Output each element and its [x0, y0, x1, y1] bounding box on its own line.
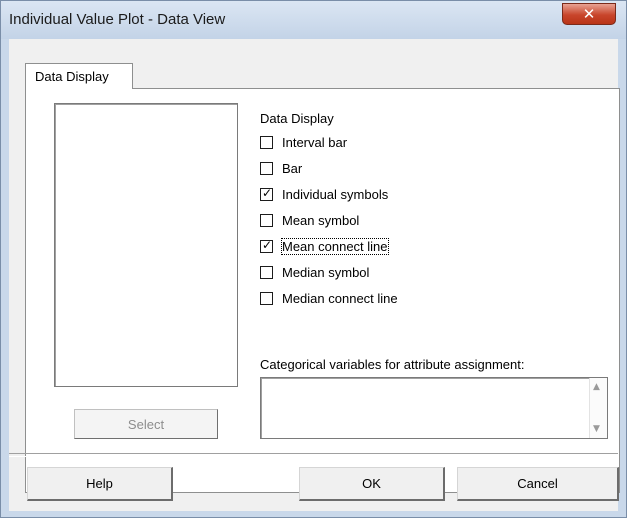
select-button[interactable]: Select	[74, 409, 218, 439]
divider	[9, 453, 618, 457]
dialog-client-area: Data Display Select Data Display Interva…	[9, 39, 620, 511]
median-symbol-checkbox[interactable]	[260, 265, 273, 279]
bar-checkbox[interactable]	[260, 161, 273, 175]
individual-symbols-checkbox[interactable]: ✓	[260, 185, 273, 201]
tab-label: Data Display	[35, 69, 109, 84]
option-label: Bar	[282, 160, 303, 176]
option-label: Median connect line	[282, 290, 398, 306]
mean-connect-line-checkbox[interactable]: ✓	[260, 237, 273, 253]
option-individual-symbols[interactable]: ✓ Individual symbols	[260, 185, 388, 203]
option-label: Mean symbol	[282, 212, 360, 228]
option-label: Mean connect line	[281, 237, 389, 255]
option-label: Interval bar	[282, 134, 348, 150]
interval-bar-checkbox[interactable]	[260, 135, 273, 149]
tab-data-display[interactable]: Data Display	[25, 63, 133, 89]
ok-button[interactable]: OK	[299, 467, 445, 501]
categorical-variables-input[interactable]: ▲ ▼	[260, 377, 608, 439]
tab-panel: Select Data Display Interval bar Bar ✓ I…	[25, 88, 620, 493]
title-bar[interactable]: Individual Value Plot - Data View ✕	[1, 1, 626, 39]
window-title: Individual Value Plot - Data View	[9, 11, 226, 28]
checkmark-icon: ✓	[262, 185, 273, 200]
data-display-group-label: Data Display	[260, 111, 334, 126]
mean-symbol-checkbox[interactable]	[260, 213, 273, 227]
scroll-up-icon[interactable]: ▲	[593, 382, 600, 392]
median-connect-line-checkbox[interactable]	[260, 291, 273, 305]
option-mean-symbol[interactable]: Mean symbol	[260, 211, 359, 229]
variable-list[interactable]	[54, 103, 238, 387]
help-button[interactable]: Help	[27, 467, 173, 501]
scroll-down-icon[interactable]: ▼	[593, 424, 600, 434]
option-median-connect-line[interactable]: Median connect line	[260, 289, 398, 307]
option-interval-bar[interactable]: Interval bar	[260, 133, 347, 151]
option-median-symbol[interactable]: Median symbol	[260, 263, 369, 281]
cancel-button[interactable]: Cancel	[457, 467, 619, 501]
close-button[interactable]: ✕	[562, 3, 616, 25]
option-mean-connect-line[interactable]: ✓ Mean connect line	[260, 237, 389, 255]
scrollbar[interactable]: ▲ ▼	[589, 378, 607, 438]
checkmark-icon: ✓	[262, 237, 273, 252]
option-bar[interactable]: Bar	[260, 159, 302, 177]
dialog-window: Individual Value Plot - Data View ✕ Data…	[0, 0, 627, 518]
close-icon: ✕	[582, 5, 596, 23]
categorical-variables-label: Categorical variables for attribute assi…	[260, 357, 525, 372]
option-label: Median symbol	[282, 264, 370, 280]
option-label: Individual symbols	[282, 186, 389, 202]
